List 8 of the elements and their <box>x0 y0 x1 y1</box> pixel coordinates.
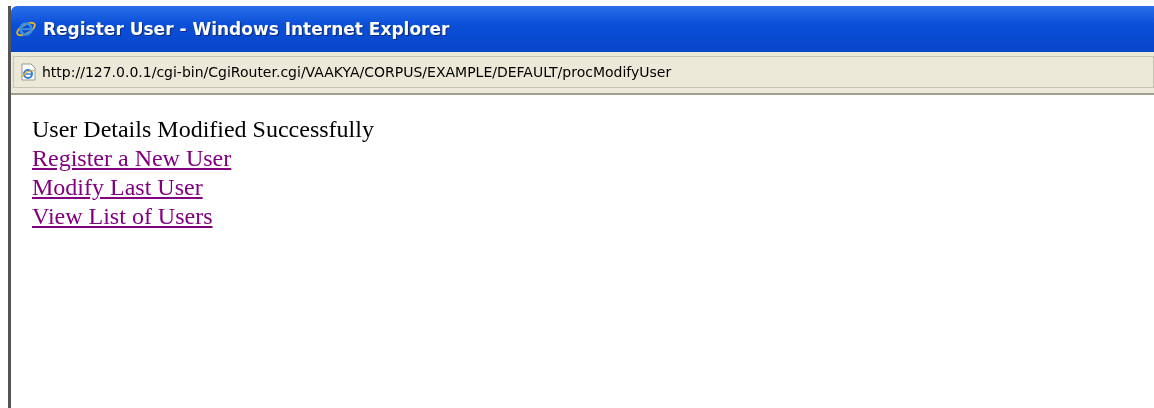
page-link[interactable]: View List of Users <box>32 202 213 231</box>
status-message: User Details Modified Successfully <box>32 115 374 144</box>
url-text: http://127.0.0.1/cgi-bin/CgiRouter.cgi/VAAKYA/CORPUS/EXAMPLE/DEFAULT/procModifyUser <box>42 64 672 80</box>
window-title: Register User - Windows Internet Explorer <box>43 19 450 39</box>
page-link[interactable]: Modify Last User <box>32 173 203 202</box>
web-page-icon <box>20 63 36 81</box>
address-bar[interactable]: http://127.0.0.1/cgi-bin/CgiRouter.cgi/VAAKYA/CORPUS/EXAMPLE/DEFAULT/procModifyUser <box>13 56 1154 88</box>
page-link[interactable]: Register a New User <box>32 144 232 173</box>
